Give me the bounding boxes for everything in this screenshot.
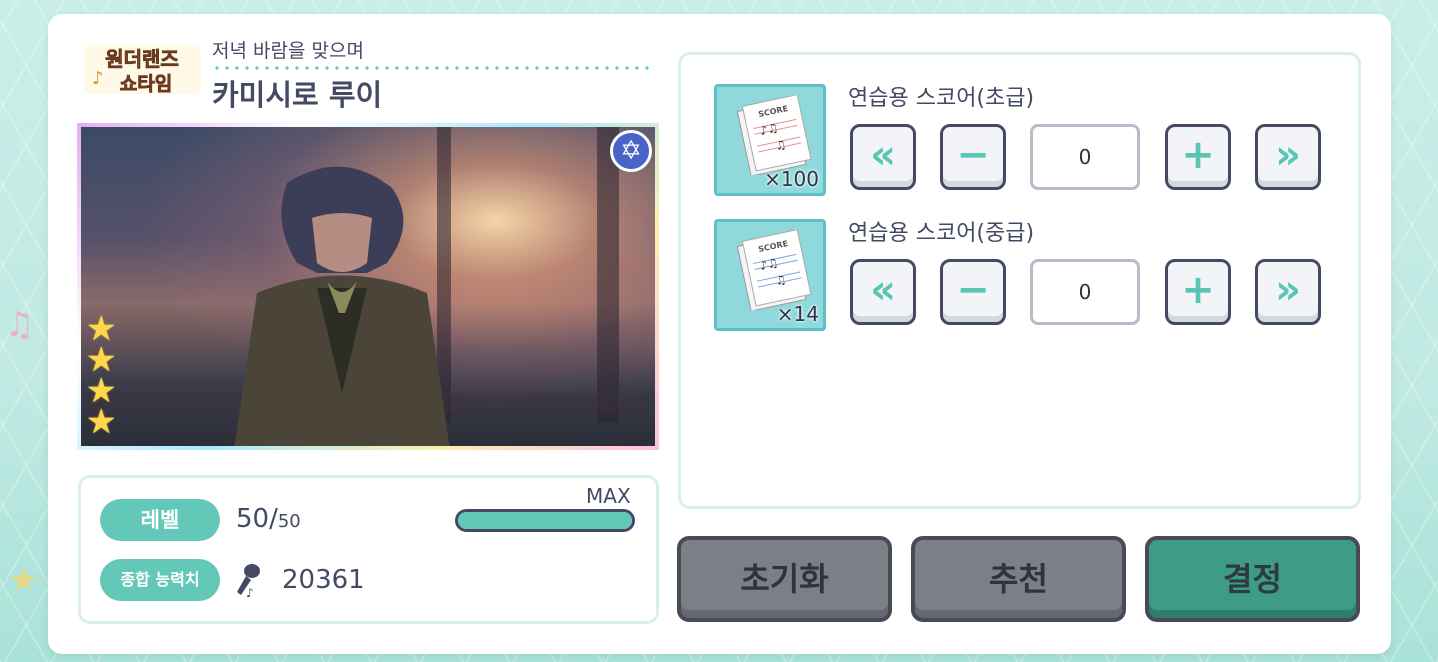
item-row: SCORE ♪♫ ♫ ×100 연습용 스코어(초급) « − 0 + » [714, 84, 1334, 196]
attribute-icon: ✡ [610, 130, 652, 172]
practice-score-intermediate-icon: SCORE ♪♫ ♫ ×14 [714, 219, 826, 331]
microphone-icon: ♪ [237, 564, 260, 598]
star-icon: ★ [86, 402, 117, 442]
rarity-stars: ★ ★ ★ ★ [86, 312, 124, 442]
svg-text:♪: ♪ [92, 68, 104, 89]
character-name: 카미시로 루이 [212, 78, 383, 112]
power-value: 20361 [282, 565, 365, 595]
increase-button[interactable]: + [1165, 259, 1231, 325]
card-illustration[interactable] [77, 123, 659, 450]
increase-button[interactable]: + [1165, 124, 1231, 190]
svg-text:♪: ♪ [246, 586, 254, 598]
decrease-button[interactable]: − [940, 124, 1006, 190]
item-name: 연습용 스코어(초급) [848, 86, 1035, 111]
reset-button[interactable]: 초기화 [677, 536, 892, 622]
item-name: 연습용 스코어(중급) [848, 221, 1035, 246]
max-label: MAX [586, 484, 631, 508]
increase-max-button[interactable]: » [1255, 259, 1321, 325]
level-progress-fill [458, 512, 632, 529]
recommend-button[interactable]: 추천 [911, 536, 1126, 622]
item-row: SCORE ♪♫ ♫ ×14 연습용 스코어(중급) « − 0 + » [714, 219, 1334, 331]
quantity-input[interactable]: 0 [1030, 259, 1140, 325]
unit-logo: 원더랜즈 쇼타임 ♪ [84, 44, 201, 95]
music-note-icon: ♫ [4, 305, 35, 345]
item-owned-count: ×14 [776, 302, 819, 326]
level-label: 레벨 [100, 499, 220, 541]
practice-score-beginner-icon: SCORE ♪♫ ♫ ×100 [714, 84, 826, 196]
increase-max-button[interactable]: » [1255, 124, 1321, 190]
decrease-button[interactable]: − [940, 259, 1006, 325]
decrease-max-button[interactable]: « [850, 259, 916, 325]
dotted-divider [212, 66, 654, 70]
svg-text:쇼타임: 쇼타임 [120, 73, 172, 95]
card-subtitle: 저녁 바람을 맞으며 [212, 40, 364, 62]
level-value: 50/50 [236, 504, 301, 534]
star-decoration-icon: ★ [8, 560, 39, 600]
item-owned-count: ×100 [764, 167, 819, 191]
level-progress-bar [455, 509, 635, 532]
decrease-max-button[interactable]: « [850, 124, 916, 190]
stats-panel [78, 475, 659, 624]
quantity-input[interactable]: 0 [1030, 124, 1140, 190]
power-label: 종합 능력치 [100, 559, 220, 601]
svg-text:원더랜즈: 원더랜즈 [105, 47, 179, 71]
confirm-button[interactable]: 결정 [1145, 536, 1360, 622]
